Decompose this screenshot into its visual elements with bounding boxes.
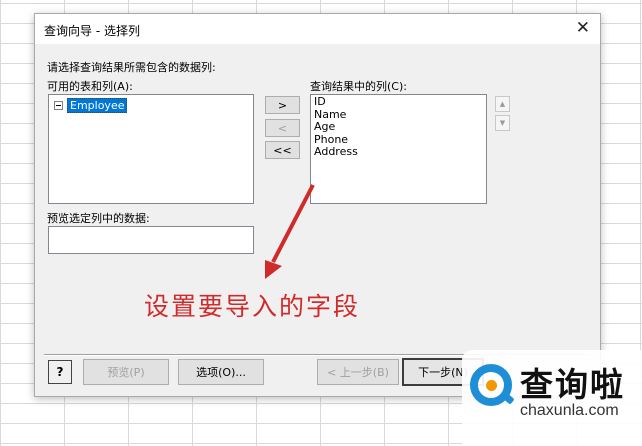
watermark-brand: 查询啦: [520, 365, 625, 404]
watermark-domain: chaxunla.com: [520, 402, 619, 419]
watermark: 查询啦 chaxunla.com: [462, 350, 642, 446]
annotation-text: 设置要导入的字段: [144, 292, 361, 321]
